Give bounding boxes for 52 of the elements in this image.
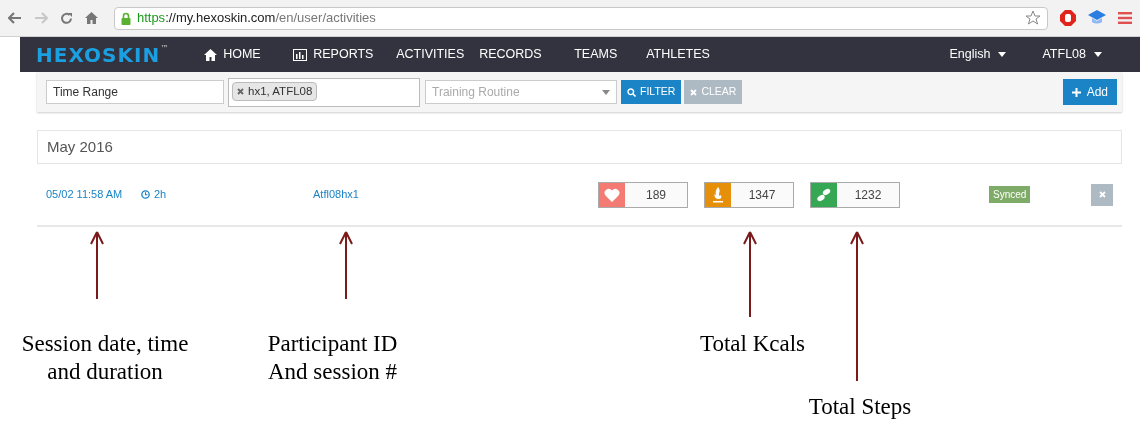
annotation-label: Total Kcals (698, 330, 807, 358)
metric-value: 1347 (731, 182, 793, 207)
nav-link[interactable]: REPORTS (293, 45, 397, 64)
bar-chart-icon (293, 48, 308, 61)
logo[interactable]: HEXOSKIN™ (36, 44, 170, 65)
search-icon (627, 87, 636, 97)
annotation-label: Session date, time and duration (20, 330, 190, 386)
caret-icon (998, 52, 1007, 57)
metric-value: 189 (625, 182, 687, 207)
flame-icon (712, 186, 724, 203)
nav-link[interactable]: HOME (204, 45, 294, 64)
annotation-label: Participant ID And session # (266, 330, 399, 386)
annotation-arrow (339, 231, 353, 299)
caret-icon (602, 89, 610, 95)
session-datetime[interactable]: 05/02 11:58 AM (46, 186, 141, 203)
home-icon[interactable] (84, 12, 98, 24)
participant-field[interactable]: hx1, ATFL08 (228, 77, 420, 107)
nav-link[interactable]: RECORDS (479, 45, 575, 64)
plus-icon (1071, 87, 1081, 97)
star-icon[interactable] (1025, 10, 1042, 26)
user-dropdown[interactable]: ATFL08 (1042, 45, 1102, 64)
participant-tag[interactable]: hx1, ATFL08 (232, 81, 318, 101)
nav-link[interactable]: ACTIVITIES (396, 45, 480, 64)
session-duration: 2h (141, 186, 313, 203)
status-badge: Synced (989, 186, 1031, 203)
participant-link[interactable]: Atfl08hx1 (313, 186, 598, 203)
url-text: https://my.hexoskin.com/en/user/activities (136, 9, 376, 28)
nav-link[interactable]: TEAMS (574, 45, 647, 64)
caret-icon (1094, 52, 1102, 57)
lock-icon (120, 11, 131, 25)
menu-icon[interactable] (1118, 12, 1132, 24)
address-bar[interactable]: https://my.hexoskin.com/en/user/activities (113, 6, 1049, 30)
reload-icon[interactable] (59, 11, 73, 25)
filter-button[interactable]: FILTER (621, 80, 682, 104)
time-range-field[interactable]: Time Range (46, 80, 224, 104)
clock-icon (141, 190, 150, 199)
home-icon (204, 48, 218, 61)
language-dropdown[interactable]: English (949, 45, 1043, 64)
heart-icon (604, 187, 620, 202)
month-header: May 2016 (37, 130, 1122, 164)
session-row[interactable]: 05/02 11:58 AM 2h Atfl08hx1 189 1347 1232 Synced (37, 164, 1122, 227)
back-arrow-icon[interactable] (8, 12, 22, 24)
annotation-arrow (90, 231, 104, 299)
graduation-cap-icon[interactable] (1088, 10, 1106, 26)
nav-link[interactable]: ATHLETES (646, 45, 719, 64)
close-icon (690, 88, 698, 96)
footprints-icon (816, 187, 832, 202)
remove-icon[interactable] (237, 87, 244, 95)
annotation-label: Total Steps (807, 393, 913, 421)
metric-value: 1232 (837, 182, 899, 207)
close-icon (1098, 191, 1106, 198)
add-button[interactable]: Add (1062, 79, 1117, 105)
